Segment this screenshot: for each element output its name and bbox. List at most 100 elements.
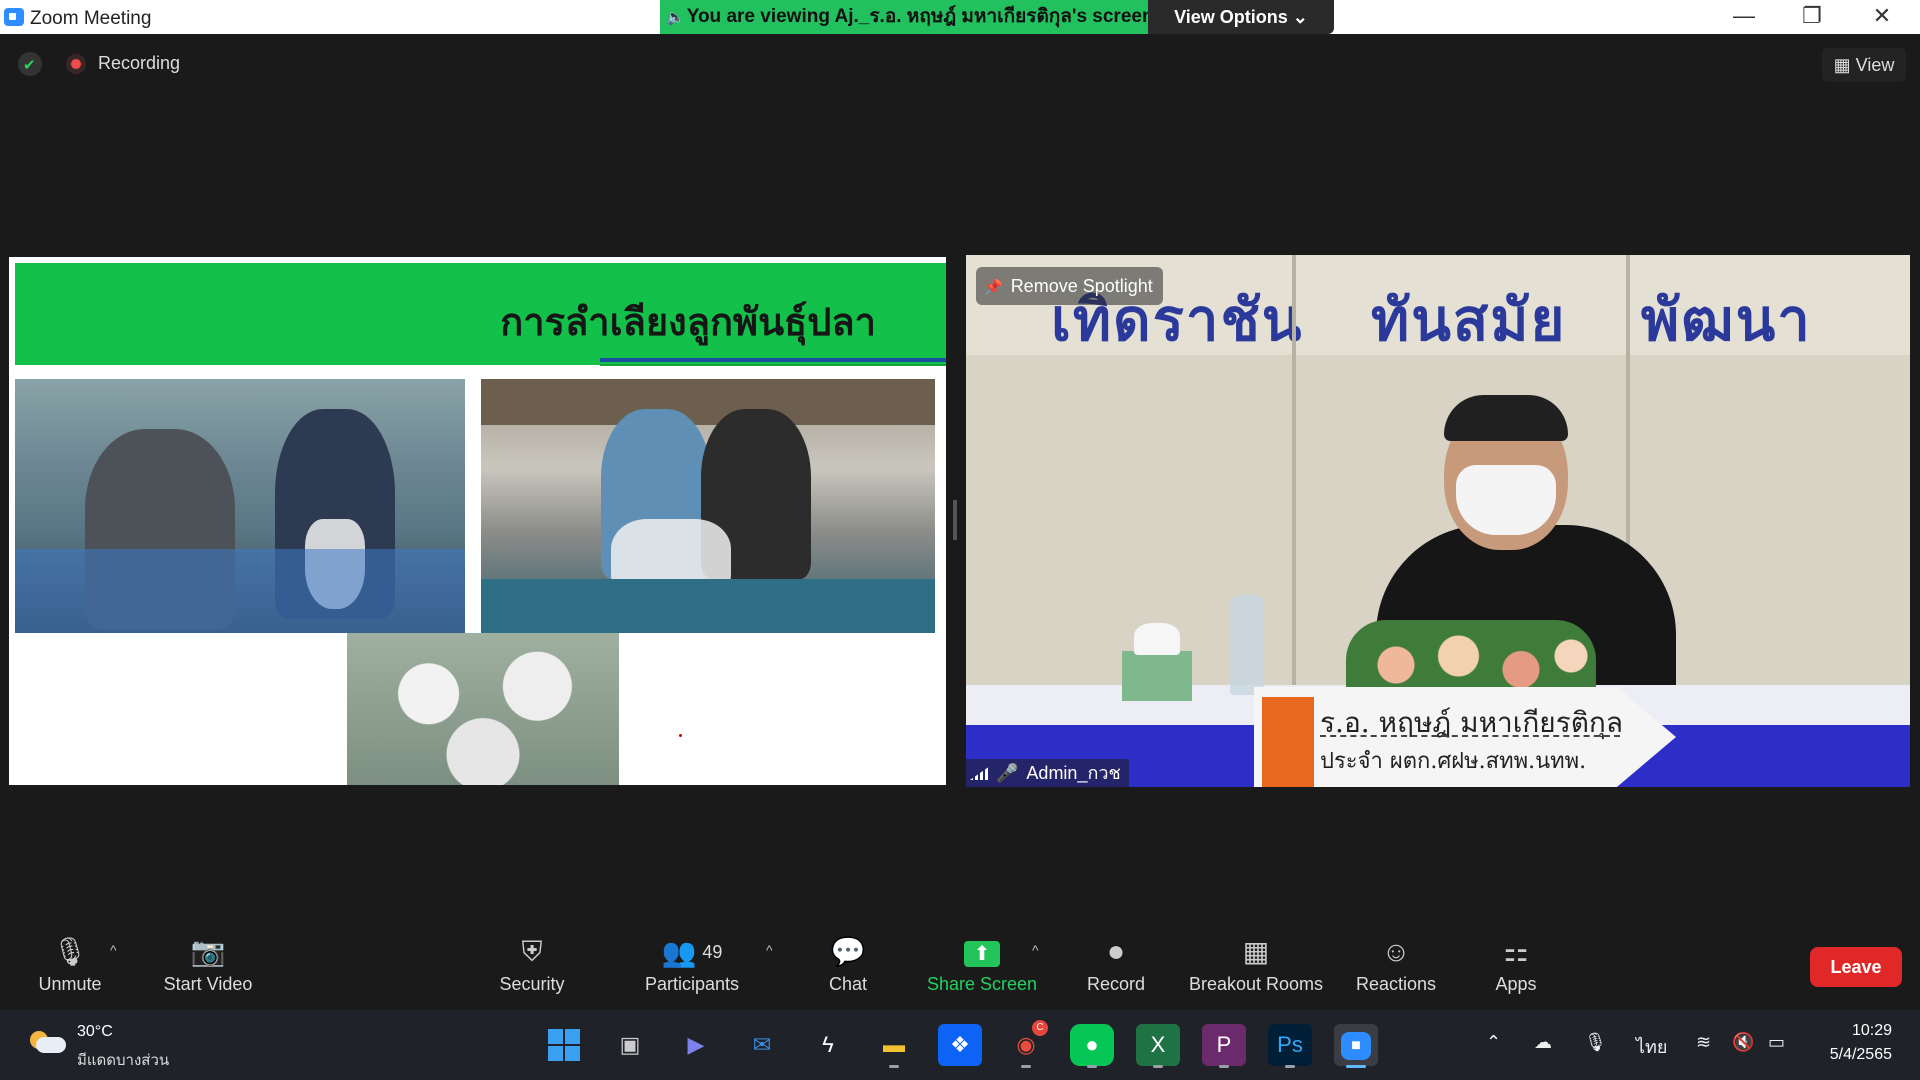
- reactions-icon: ☺: [1381, 936, 1411, 967]
- clock-date[interactable]: 5/4/2565: [1812, 1046, 1892, 1064]
- close-button[interactable]: ✕: [1848, 0, 1916, 34]
- view-label: View: [1855, 55, 1895, 75]
- dropbox-icon[interactable]: ❖: [938, 1024, 982, 1066]
- leave-button[interactable]: Leave: [1810, 947, 1902, 987]
- title-bar: Zoom Meeting 🔈 You are viewing Aj._ร.อ. ห…: [0, 0, 1920, 34]
- window-title: Zoom Meeting: [30, 8, 152, 29]
- record-icon: ⏺: [1108, 936, 1123, 967]
- participants-button[interactable]: 👥 49 Participants: [630, 920, 754, 1010]
- zoom-app-icon: [4, 8, 24, 26]
- chevron-up-icon[interactable]: ⌃: [1486, 1032, 1501, 1053]
- zoom-meeting-window: Zoom Meeting 🔈 You are viewing Aj._ร.อ. ห…: [0, 0, 1920, 1080]
- lightning-app-icon[interactable]: ϟ: [806, 1024, 850, 1066]
- mail-icon[interactable]: ✉: [740, 1024, 784, 1066]
- laser-pointer-dot: [679, 734, 682, 737]
- screen-share-banner-text: You are viewing Aj._ร.อ. หฤษฎ์ มหาเกียรต…: [686, 6, 1148, 27]
- pdf-icon[interactable]: P: [1202, 1024, 1246, 1068]
- chat-label: Chat: [828, 974, 868, 994]
- file-explorer-icon[interactable]: ▬: [872, 1024, 916, 1068]
- excel-icon[interactable]: X: [1136, 1024, 1180, 1068]
- wifi-icon[interactable]: ≋: [1696, 1032, 1711, 1053]
- volume-muted-icon[interactable]: 🔇: [1732, 1032, 1754, 1053]
- nameplate-name: ร.อ. หฤษฎ์ มหาเกียรติกุล: [1320, 706, 1624, 739]
- apps-button[interactable]: ⚏ Apps: [1490, 920, 1542, 1010]
- signal-strength-icon: [970, 766, 990, 780]
- slide-photo-bags: [347, 633, 619, 785]
- meeting-toolbar: 🎙 Unmute ^ 📷 Start Video ⛨ Security 👥 49 …: [0, 920, 1920, 1010]
- nameplate-divider: [1320, 735, 1620, 737]
- clock-time[interactable]: 10:29: [1832, 1022, 1892, 1040]
- photo-tank: [481, 579, 935, 633]
- record-label: Record: [1086, 974, 1146, 994]
- shield-icon: ⛨: [521, 936, 543, 967]
- language-indicator[interactable]: ไทย: [1636, 1032, 1667, 1061]
- weather-temperature[interactable]: 30°C: [77, 1023, 113, 1041]
- participants-icon: 👥 49: [661, 937, 723, 968]
- chat-button[interactable]: 💬 Chat: [818, 920, 878, 1010]
- panel-resize-handle[interactable]: [953, 500, 957, 540]
- reactions-label: Reactions: [1355, 974, 1437, 994]
- view-options-label: View Options: [1174, 7, 1288, 27]
- speaker-video-tile[interactable]: เทิดราชัน ทันสมัย พัฒนา ร.อ. หฤษฎ์ มหาเก…: [966, 255, 1910, 787]
- chrome-badge: C: [1032, 1020, 1048, 1036]
- security-button[interactable]: ⛨ Security: [490, 920, 574, 1010]
- audio-options-caret[interactable]: ^: [110, 942, 117, 958]
- line-icon[interactable]: ●: [1070, 1024, 1114, 1068]
- active-indicator: [1346, 1065, 1366, 1068]
- unmute-label: Unmute: [38, 974, 102, 994]
- start-video-button[interactable]: 📷 Start Video: [150, 920, 266, 1010]
- running-indicator: [1219, 1065, 1229, 1068]
- start-video-label: Start Video: [163, 974, 253, 994]
- teams-chat-icon[interactable]: ▶: [674, 1024, 718, 1066]
- participants-options-caret[interactable]: ^: [766, 942, 773, 958]
- share-screen-icon: ⬆: [964, 940, 1000, 967]
- view-options-button[interactable]: View Options ⌄: [1148, 0, 1334, 34]
- speaker-nameplate: ร.อ. หฤษฎ์ มหาเกียรติกุล ประจำ ผตก.ศฝษ.ส…: [1254, 687, 1676, 787]
- remove-spotlight-label: Remove Spotlight: [1010, 276, 1153, 296]
- minimize-button[interactable]: —: [1710, 0, 1778, 34]
- backdrop-word: ทันสมัย: [1371, 286, 1567, 354]
- microphone-icon[interactable]: 🎙: [1584, 1032, 1607, 1053]
- shared-screen-slide: การลำเลียงลูกพันธุ์ปลา: [9, 257, 946, 785]
- face-mask: [1456, 465, 1556, 535]
- screen-share-banner: 🔈 You are viewing Aj._ร.อ. หฤษฎ์ มหาเกียร…: [660, 0, 1148, 34]
- photoshop-icon[interactable]: Ps: [1268, 1024, 1312, 1068]
- slide-header: การลำเลียงลูกพันธุ์ปลา: [15, 263, 946, 365]
- grid-view-icon: ▦: [1833, 55, 1851, 75]
- water-bottle: [1230, 595, 1264, 695]
- chrome-icon[interactable]: ◉ C: [1004, 1020, 1048, 1068]
- slide-underline-green: [600, 364, 946, 366]
- photo-roof: [481, 379, 935, 425]
- reactions-button[interactable]: ☺ Reactions: [1352, 920, 1440, 1010]
- breakout-rooms-icon: ▦: [1242, 936, 1270, 967]
- restore-button[interactable]: ❐: [1778, 0, 1846, 34]
- apps-label: Apps: [1495, 974, 1537, 994]
- participant-name-tag: 🎤 Admin_กวช: [966, 759, 1129, 787]
- participant-name: Admin_กวช: [1026, 763, 1121, 783]
- speaker-icon: 🔈: [666, 9, 685, 26]
- slide-photo-tank: [481, 379, 935, 633]
- unmute-button[interactable]: 🎙 Unmute: [20, 920, 120, 1010]
- weather-description[interactable]: มีแดดบางส่วน: [77, 1048, 169, 1072]
- share-screen-label: Share Screen: [926, 974, 1038, 994]
- remove-spotlight-button[interactable]: 📌 Remove Spotlight: [976, 267, 1163, 305]
- running-indicator: [1153, 1065, 1163, 1068]
- pin-icon: 📌: [984, 279, 1003, 296]
- share-options-caret[interactable]: ^: [1032, 942, 1039, 958]
- encryption-shield-icon[interactable]: ✔: [18, 52, 42, 76]
- view-button[interactable]: ▦ View: [1822, 48, 1906, 82]
- speaker-hair: [1444, 395, 1568, 441]
- share-screen-button[interactable]: ⬆ Share Screen: [924, 920, 1040, 1010]
- nameplate-position: ประจำ ผตก.ศฝษ.สทพ.นทพ.: [1320, 749, 1587, 774]
- zoom-taskbar-icon[interactable]: ■: [1334, 1024, 1378, 1068]
- recording-label: Recording: [98, 53, 181, 73]
- task-view-icon[interactable]: ▣: [608, 1024, 652, 1066]
- running-indicator: [1285, 1065, 1295, 1068]
- onedrive-cloud-icon[interactable]: ☁: [1534, 1032, 1552, 1053]
- battery-icon[interactable]: ▭: [1768, 1032, 1785, 1053]
- record-button[interactable]: ⏺ Record: [1076, 920, 1156, 1010]
- tissue-box: [1122, 623, 1192, 701]
- windows-start-icon[interactable]: [542, 1024, 586, 1066]
- breakout-rooms-button[interactable]: ▦ Breakout Rooms: [1186, 920, 1326, 1010]
- partly-cloudy-icon[interactable]: [30, 1031, 66, 1055]
